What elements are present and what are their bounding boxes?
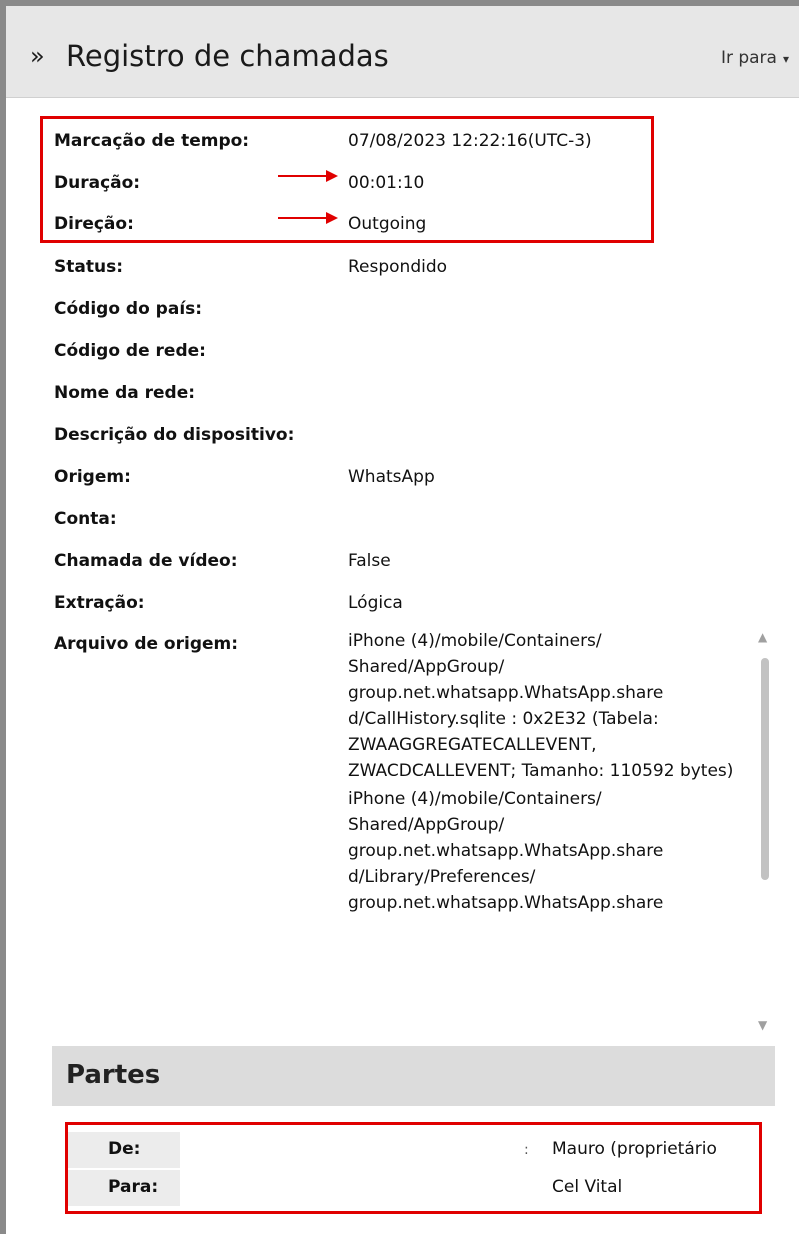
goto-label: Ir para <box>720 48 777 68</box>
field-label-device-description: Descrição do dispositivo: <box>54 425 295 445</box>
field-label-video-call: Chamada de vídeo: <box>54 551 238 571</box>
page-title: Registro de chamadas <box>66 39 389 73</box>
field-value-origin: WhatsApp <box>348 467 435 487</box>
field-value-status: Respondido <box>348 257 448 277</box>
arrow-duration <box>278 170 338 182</box>
highlight-box-parties <box>65 1122 762 1214</box>
scroll-up-icon[interactable]: ▲ <box>758 630 767 644</box>
scrollbar-thumb[interactable] <box>761 658 769 880</box>
source-file-entry: iPhone (4)/mobile/Containers/ Shared/App… <box>348 789 664 913</box>
arrow-direction <box>278 212 338 224</box>
highlight-box-call-info <box>40 116 654 243</box>
goto-dropdown[interactable]: Ir para ▾ <box>721 50 789 67</box>
field-label-network-name: Nome da rede: <box>54 383 196 403</box>
source-file-entry: iPhone (4)/mobile/Containers/ Shared/App… <box>348 631 734 781</box>
chevron-down-icon: ▾ <box>782 52 789 66</box>
field-value-extraction: Lógica <box>348 593 403 613</box>
panel-header: » Registro de chamadas Ir para ▾ <box>6 6 799 98</box>
field-value-video-call: False <box>348 551 391 571</box>
partes-title: Partes <box>66 1060 161 1090</box>
field-label-extraction: Extração: <box>54 593 145 613</box>
field-label-origin: Origem: <box>54 467 131 487</box>
scrollbar[interactable]: ▲ ▼ <box>754 628 774 1032</box>
field-label-country-code: Código do país: <box>54 299 203 319</box>
partes-section-header: Partes <box>52 1046 775 1106</box>
field-label-source-file: Arquivo de origem: <box>54 634 239 654</box>
field-label-network-code: Código de rede: <box>54 341 206 361</box>
field-label-account: Conta: <box>54 509 117 529</box>
collapse-chevron-icon[interactable]: » <box>30 44 45 68</box>
scroll-down-icon[interactable]: ▼ <box>758 1018 767 1032</box>
source-file-list[interactable]: iPhone (4)/mobile/Containers/ Shared/App… <box>348 628 748 1028</box>
field-label-status: Status: <box>54 257 123 277</box>
